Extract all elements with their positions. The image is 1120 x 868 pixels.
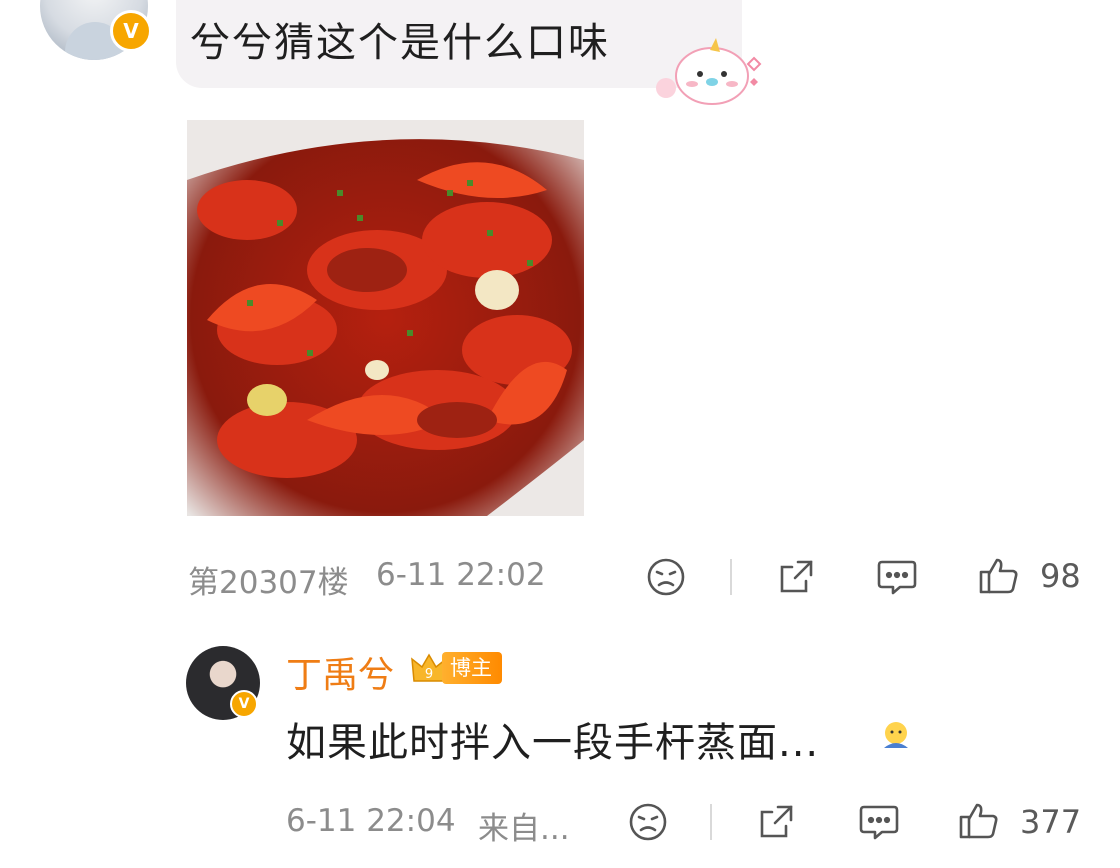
verified-badge: V (110, 10, 152, 52)
reply-like-count: 377 (1020, 803, 1082, 841)
shy-face-emoji-icon (880, 720, 912, 756)
author-badge: 9 博主 (410, 651, 502, 685)
author-badge-label: 博主 (442, 652, 502, 684)
dislike-face-icon[interactable] (646, 557, 686, 597)
bunny-sticker-icon (650, 30, 780, 110)
like-count: 98 (1040, 557, 1081, 595)
comment-text: 兮兮猜这个是什么口味 (190, 20, 610, 66)
reply-text: 如果此时拌入一段手杆蒸面... (286, 720, 820, 766)
reply-verified-badge: V (230, 690, 258, 718)
comment-icon[interactable] (876, 557, 918, 597)
comment-photo[interactable] (187, 120, 584, 516)
reply-time: 6-11 22:04 (286, 803, 456, 839)
divider (730, 559, 732, 595)
level-number: 9 (425, 667, 433, 682)
comment-icon[interactable] (858, 802, 900, 842)
share-icon[interactable] (776, 557, 816, 597)
thumbs-up-icon[interactable] (958, 800, 1000, 842)
share-icon[interactable] (756, 802, 796, 842)
thumbs-up-icon[interactable] (978, 555, 1020, 597)
reply-author-name[interactable]: 丁禹兮 (286, 646, 394, 698)
comment-time: 6-11 22:02 (376, 557, 546, 593)
reply-source: 来自... (478, 811, 570, 847)
divider (710, 804, 712, 840)
dislike-face-icon[interactable] (628, 802, 668, 842)
floor-number: 第20307楼 (188, 565, 349, 601)
